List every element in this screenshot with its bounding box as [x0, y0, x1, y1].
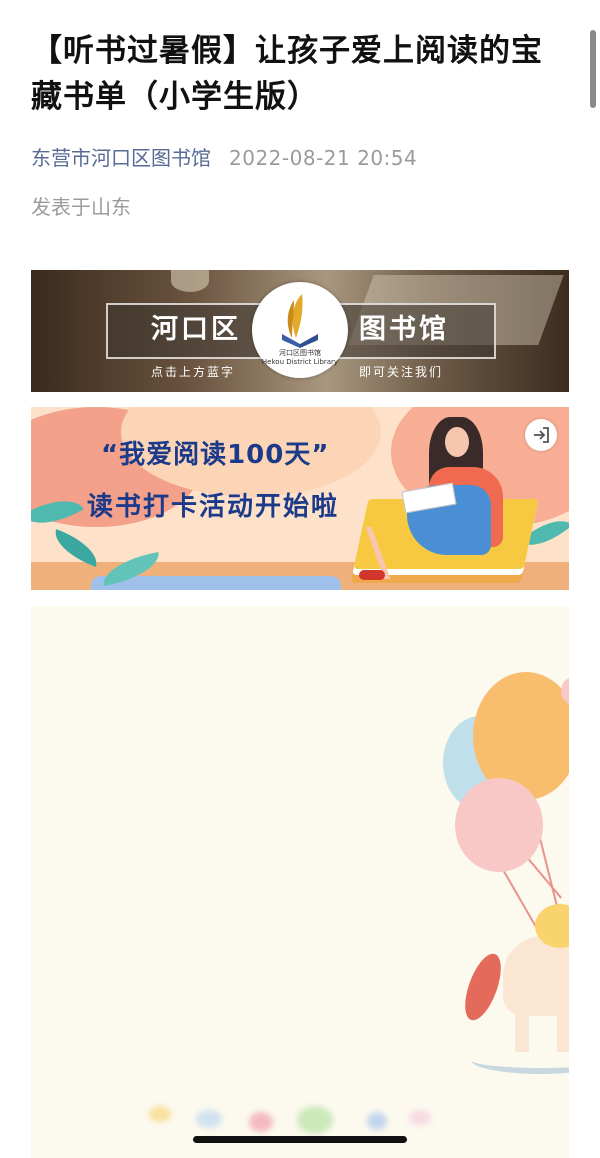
girl-illustration: [359, 570, 385, 580]
campaign-headline: “我爱阅读100天”: [101, 440, 330, 470]
confetti-dot: [196, 1110, 222, 1128]
exit-icon: [534, 427, 549, 443]
logo-text: 河口区图书馆: [279, 349, 321, 357]
girl-illustration: [445, 427, 469, 457]
library-name-right: 图书馆: [359, 314, 449, 345]
exit-button[interactable]: [525, 419, 557, 451]
balloon-pink: [455, 778, 543, 872]
library-banner-image: 河口区 图书馆 河口区图书馆 Hekou District Library 点击…: [31, 270, 569, 392]
confetti-dot: [149, 1106, 171, 1122]
article-meta: 东营市河口区图书馆 2022-08-21 20:54: [31, 143, 417, 173]
logo-caption: 河口区图书馆 Hekou District Library: [252, 348, 348, 366]
library-name-left: 河口区: [151, 314, 241, 345]
cup-decoration: [171, 270, 209, 292]
rocking-horse-illustration: [471, 1046, 569, 1074]
rocking-horse-illustration: [503, 936, 569, 1016]
logo-en-text: Hekou District Library: [261, 358, 339, 366]
confetti-dot: [297, 1106, 333, 1134]
publish-location: 发表于山东: [31, 195, 131, 219]
article-title: 【听书过暑假】让孩子爱上阅读的宝藏书单（小学生版）: [31, 33, 543, 115]
home-indicator[interactable]: [193, 1136, 407, 1143]
campaign-subline: 读书打卡活动开始啦: [87, 492, 340, 522]
publish-time: 2022-08-21 20:54: [229, 146, 418, 170]
confetti-dot: [249, 1112, 273, 1132]
rocking-horse-illustration: [557, 1008, 569, 1052]
confetti-dot: [409, 1110, 431, 1126]
hint-right: 即可关注我们: [359, 365, 444, 379]
confetti-dot: [367, 1112, 387, 1130]
author-link[interactable]: 东营市河口区图书馆: [31, 146, 211, 170]
hint-left: 点击上方蓝字: [151, 365, 236, 379]
scrollbar[interactable]: [590, 30, 596, 108]
reading-campaign-banner[interactable]: “我爱阅读100天” 读书打卡活动开始啦: [31, 407, 569, 590]
library-logo: 河口区图书馆 Hekou District Library: [252, 282, 348, 378]
poster-illustration: [31, 606, 569, 1158]
rocking-horse-illustration: [457, 949, 509, 1025]
